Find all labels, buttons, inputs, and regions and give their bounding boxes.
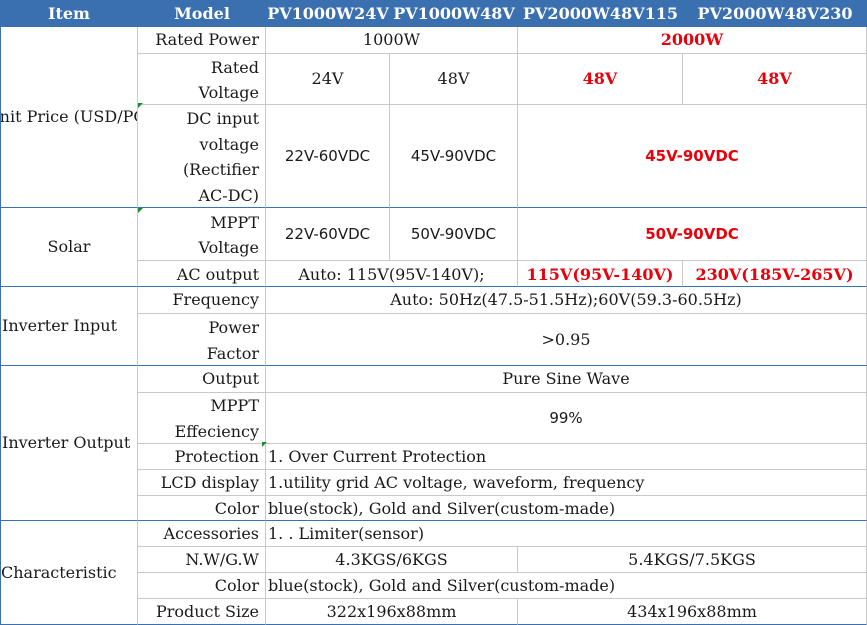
ac-output-1000: Auto: 115V(95V-140V); bbox=[266, 261, 518, 287]
label-nw-gw: N.W/G.W bbox=[138, 547, 266, 573]
group-inverter-input: Inverter Input bbox=[0, 287, 138, 366]
mppt-effeciency-value-text: 99% bbox=[549, 409, 583, 427]
label-dc-input-line1: DC input bbox=[186, 109, 259, 128]
group-inverter-output-label: Inverter Output bbox=[2, 433, 131, 452]
group-characteristic-label: Characteristic bbox=[1, 562, 117, 582]
header-row: Item Model PV1000W24V PV1000W48V PV2000W… bbox=[0, 0, 867, 27]
dc-input-2-value: 45V-90VDC bbox=[410, 147, 497, 165]
group-inverter-output: Inverter Output bbox=[0, 366, 138, 521]
mppt-voltage-1: 22V-60VDC bbox=[266, 208, 390, 261]
rated-power-2000: 2000W bbox=[518, 27, 867, 54]
label-mppt-effeciency-line2: Effeciency bbox=[174, 421, 259, 441]
rated-voltage-2: 48V bbox=[390, 54, 518, 105]
comment-marker bbox=[262, 442, 267, 447]
dc-input-2000-value: 45V-90VDC bbox=[645, 147, 739, 165]
label-product-size: Product Size bbox=[138, 599, 266, 625]
group-solar-label: Solar bbox=[47, 237, 91, 256]
label-mppt-voltage-line1: MPPT bbox=[210, 213, 259, 232]
ac-output-4: 230V(185V-265V) bbox=[683, 261, 867, 287]
comment-marker bbox=[138, 208, 143, 213]
group-unit-price: Unit Price (USD/PC) bbox=[0, 27, 138, 208]
dc-input-2000: 45V-90VDC bbox=[518, 105, 867, 208]
label-mppt-voltage: MPPT Voltage bbox=[138, 208, 266, 261]
rated-voltage-3: 48V bbox=[518, 54, 683, 105]
header-model: Model bbox=[174, 4, 230, 23]
header-model-4: PV2000W48V230 bbox=[697, 4, 853, 23]
frequency-value: Auto: 50Hz(47.5-51.5Hz);60V(59.3-60.5Hz) bbox=[266, 287, 867, 314]
label-rated-power: Rated Power bbox=[138, 27, 266, 54]
label-rated-voltage-line1: Rated bbox=[210, 58, 259, 77]
label-frequency: Frequency bbox=[138, 287, 266, 314]
lcd-display-value: 1.utility grid AC voltage, waveform, fre… bbox=[266, 470, 867, 496]
rated-voltage-4: 48V bbox=[683, 54, 867, 105]
label-color-output: Color bbox=[138, 496, 266, 521]
ac-output-3: 115V(95V-140V) bbox=[518, 261, 683, 287]
group-solar: Solar bbox=[0, 208, 138, 287]
rated-voltage-3-value: 48V bbox=[582, 69, 618, 88]
dc-input-1: 22V-60VDC bbox=[266, 105, 390, 208]
protection-value: 1. Over Current Protection bbox=[266, 444, 867, 470]
mppt-voltage-2000-value: 50V-90VDC bbox=[645, 225, 739, 243]
comment-marker bbox=[138, 103, 143, 108]
header-model-1: PV1000W24V bbox=[267, 4, 389, 23]
dc-input-2: 45V-90VDC bbox=[390, 105, 518, 208]
label-dc-input: DC input voltage (Rectifier AC-DC) bbox=[138, 105, 266, 208]
label-mppt-voltage-line2: Voltage bbox=[198, 238, 259, 257]
label-output: Output bbox=[138, 366, 266, 393]
group-unit-price-line2: (USD/PC) bbox=[73, 107, 137, 126]
mppt-voltage-1-value: 22V-60VDC bbox=[284, 225, 371, 243]
nw-gw-1000: 4.3KGS/6KGS bbox=[266, 547, 518, 573]
label-mppt-effeciency: MPPT Effeciency bbox=[138, 393, 266, 444]
rated-voltage-1-value: 24V bbox=[311, 69, 344, 88]
label-dc-input-line4: AC-DC) bbox=[198, 185, 259, 205]
label-accessories: Accessories bbox=[138, 521, 266, 547]
header-model-2: PV1000W48V bbox=[393, 4, 515, 23]
color-output-value: blue(stock), Gold and Silver(custom-made… bbox=[266, 496, 867, 521]
group-unit-price-line1: Unit Price bbox=[0, 107, 69, 126]
output-value: Pure Sine Wave bbox=[266, 366, 867, 393]
header-item: Item bbox=[48, 4, 90, 23]
label-rated-voltage: Rated Voltage bbox=[138, 54, 266, 105]
label-dc-input-line3: (Rectifier bbox=[182, 160, 259, 179]
label-power-factor-line1: Power bbox=[208, 318, 259, 337]
color-char-value: blue(stock), Gold and Silver(custom-made… bbox=[266, 573, 867, 599]
group-inverter-input-label: Inverter Input bbox=[2, 316, 118, 335]
spec-sheet: Item Model PV1000W24V PV1000W48V PV2000W… bbox=[0, 0, 867, 625]
mppt-effeciency-value: 99% bbox=[266, 393, 867, 444]
product-size-2000: 434x196x88mm bbox=[518, 599, 867, 625]
label-rated-voltage-line2: Voltage bbox=[198, 83, 259, 102]
mppt-voltage-2000: 50V-90VDC bbox=[518, 208, 867, 261]
rated-voltage-2-value: 48V bbox=[437, 69, 470, 88]
product-size-1000: 322x196x88mm bbox=[266, 599, 518, 625]
label-power-factor-line2: Factor bbox=[206, 343, 259, 363]
mppt-voltage-2: 50V-90VDC bbox=[390, 208, 518, 261]
label-lcd-display: LCD display bbox=[138, 470, 266, 496]
label-ac-output: AC output bbox=[138, 261, 266, 287]
label-color-char: Color bbox=[138, 573, 266, 599]
header-model-3: PV2000W48V115 bbox=[522, 4, 679, 23]
label-power-factor: Power Factor bbox=[138, 314, 266, 366]
label-mppt-effeciency-line1: MPPT bbox=[210, 396, 259, 415]
rated-voltage-1: 24V bbox=[266, 54, 390, 105]
accessories-value: 1. . Limiter(sensor) bbox=[266, 521, 867, 547]
label-dc-input-line2: voltage bbox=[199, 134, 259, 154]
nw-gw-2000: 5.4KGS/7.5KGS bbox=[518, 547, 867, 573]
dc-input-1-value: 22V-60VDC bbox=[284, 147, 371, 165]
rated-power-1000: 1000W bbox=[266, 27, 518, 54]
power-factor-value-text: >0.95 bbox=[541, 329, 591, 349]
mppt-voltage-2-value: 50V-90VDC bbox=[410, 225, 497, 243]
label-protection: Protection bbox=[138, 444, 266, 470]
rated-voltage-4-value: 48V bbox=[757, 69, 792, 88]
power-factor-value: >0.95 bbox=[266, 314, 867, 366]
group-characteristic: Characteristic bbox=[0, 521, 138, 625]
